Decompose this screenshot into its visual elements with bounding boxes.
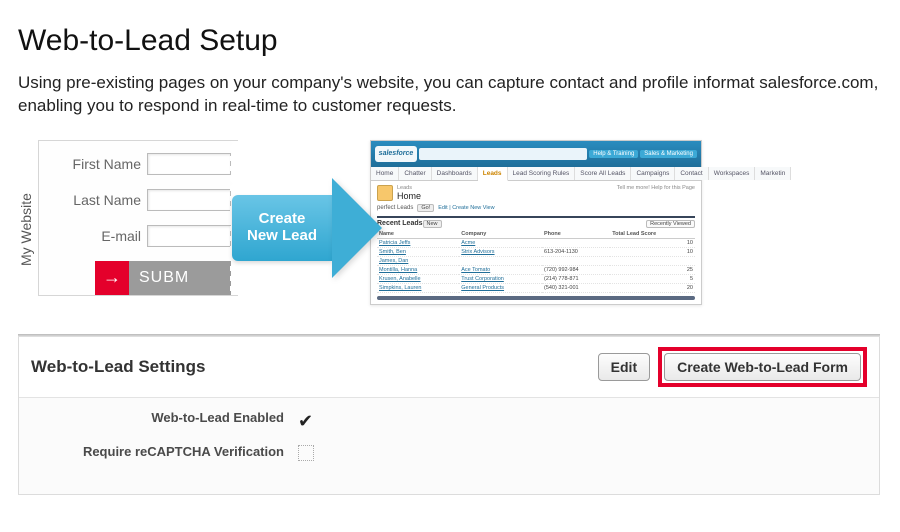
sf-tab: Campaigns [631,167,675,180]
sf-go-button: Go! [417,204,434,212]
table-cell: 25 [610,265,695,274]
sf-tab: Leads [478,167,508,181]
sf-section-title: Recent Leads [377,220,423,227]
table-cell: 10 [610,247,695,256]
arrow-right-icon: → [95,261,129,295]
table-row: Simpkins, LaurenGeneral Products(540) 32… [377,283,695,292]
salesforce-logo: salesforce [375,146,417,162]
sf-leads-table: NameCompanyPhoneTotal Lead Score Patrici… [377,230,695,293]
table-cell: Ace Tomato [459,265,542,274]
first-name-input [147,153,231,175]
table-cell: Simpkins, Lauren [377,283,459,292]
sf-tab: Contact [675,167,708,180]
email-input [147,225,231,247]
arrow-text-2: New Lead [247,228,317,245]
sf-home-big: Home [397,191,421,201]
sf-help-note: Tell me more! Help for this Page [617,185,695,191]
edit-button[interactable]: Edit [598,353,650,381]
table-row: Patricia JeffsAcme 10 [377,238,695,247]
salesforce-preview: salesforce Help & Training Sales & Marke… [370,140,702,305]
arrow-text-1: Create [259,211,306,228]
create-form-callout: Create Web-to-Lead Form [658,347,867,387]
sf-top-pill-0: Help & Training [589,150,638,158]
last-name-input [147,189,231,211]
first-name-label: First Name [73,156,141,172]
table-row: Montilla, HannaAce Tomato(720) 992-98425 [377,265,695,274]
sf-edit-view-link: Edit | Create New View [438,205,494,211]
table-cell: Smith, Ben [377,247,459,256]
table-cell: 5 [610,274,695,283]
table-cell: Krusen, Anabelle [377,274,459,283]
sf-view-label: perfect Leads [377,205,413,211]
table-cell: Strix Advisors [459,247,542,256]
table-cell: (214) 778-871 [542,274,610,283]
table-cell: Montilla, Hanna [377,265,459,274]
table-cell: Patricia Jeffs [377,238,459,247]
sf-col-header: Name [377,230,459,239]
sf-col-header: Company [459,230,542,239]
table-cell [459,256,542,265]
table-cell [610,256,695,265]
table-cell: General Products [459,283,542,292]
table-cell: Trust Corporation [459,274,542,283]
table-cell: 613-204-1130 [542,247,610,256]
sf-top-pill-1: Sales & Marketing [640,150,697,158]
table-cell: (540) 321-001 [542,283,610,292]
sf-tab: Dashboards [432,167,478,180]
web-to-lead-settings-panel: Web-to-Lead Settings Edit Create Web-to-… [18,337,880,495]
table-cell: (720) 992-984 [542,265,610,274]
table-cell [542,238,610,247]
create-lead-arrow: Create New Lead [232,178,382,278]
my-website-label: My Website [18,170,34,290]
table-cell: James, Dan [377,256,459,265]
sf-tabs-row: HomeChatterDashboardsLeadsLead Scoring R… [371,167,701,181]
page-title: Web-to-Lead Setup [18,24,880,58]
sf-bottom-rule [377,296,695,300]
table-row: James, Dan [377,256,695,265]
table-cell: 20 [610,283,695,292]
enabled-check-icon: ✔ [298,411,313,431]
table-cell: 10 [610,238,695,247]
arrow-head-icon [332,178,382,278]
sf-tab: Workspaces [709,167,756,180]
recaptcha-label: Require reCAPTCHA Verification [19,444,298,460]
sf-new-button: New [423,220,442,228]
table-cell [542,256,610,265]
email-label: E-mail [101,228,141,244]
sf-tab: Lead Scoring Rules [508,167,576,180]
sf-search-bar [419,148,587,160]
sf-tab: Marketin [755,167,791,180]
table-row: Smith, BenStrix Advisors613-204-113010 [377,247,695,256]
settings-title: Web-to-Lead Settings [31,357,590,377]
illustration: My Website First Name Last Name E-mail →… [18,140,880,320]
intro-text: Using pre-existing pages on your company… [18,72,898,118]
table-row: Krusen, AnabelleTrust Corporation(214) 7… [377,274,695,283]
sf-tab: Score All Leads [575,167,631,180]
sample-submit-bar: → SUBM [95,261,231,295]
table-cell: Acme [459,238,542,247]
sf-col-header: Phone [542,230,610,239]
sf-recently-viewed: Recently Viewed [646,220,695,228]
sf-tab: Chatter [399,167,431,180]
last-name-label: Last Name [73,192,141,208]
recaptcha-unchecked-box [298,445,314,461]
sample-form-card: First Name Last Name E-mail → SUBM [38,140,238,296]
sf-col-header: Total Lead Score [610,230,695,239]
enabled-label: Web-to-Lead Enabled [19,410,298,426]
create-web-to-lead-form-button[interactable]: Create Web-to-Lead Form [664,353,861,381]
sample-submit-button: SUBM [129,261,231,295]
